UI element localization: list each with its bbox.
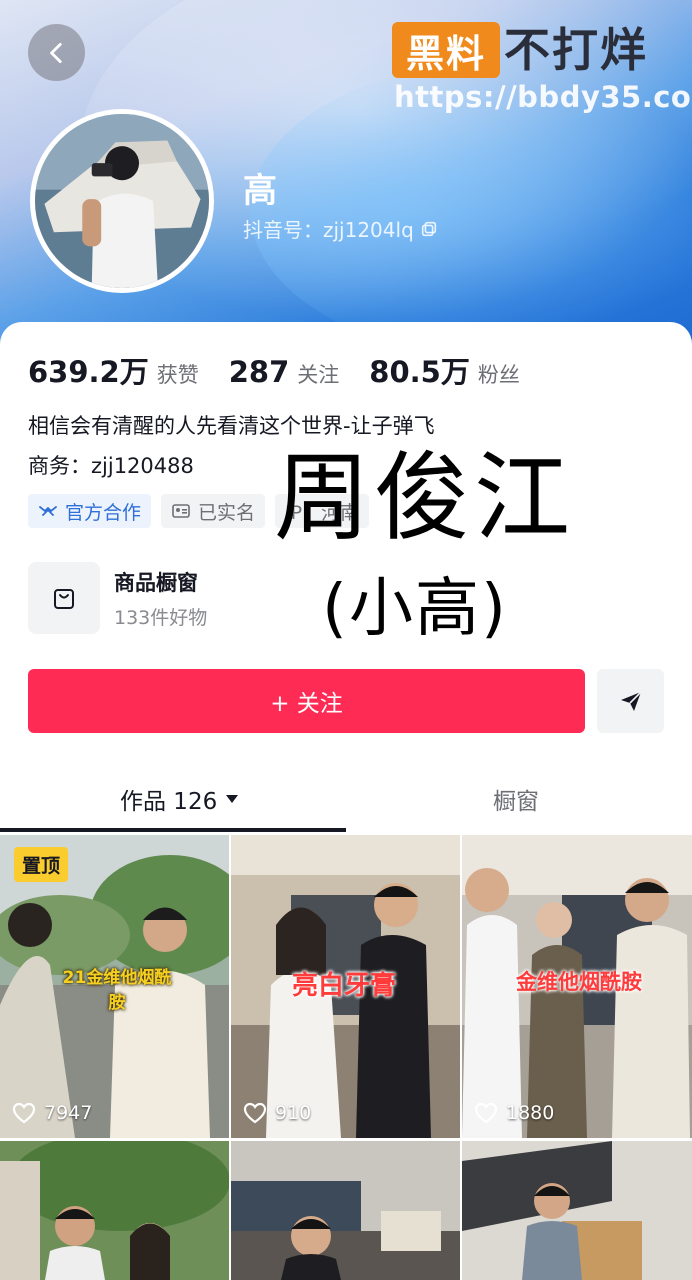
caret-down-icon [226,795,239,803]
tab-window[interactable]: 橱窗 [493,782,539,816]
video-card[interactable]: 亮白牙膏 910 [231,835,460,1138]
douyin-id[interactable]: 抖音号：zjj1204lq [243,214,438,243]
stats-row: 639.2万 获赞 287 关注 80.5万 粉丝 [28,349,520,391]
video-thumbnail [231,1141,460,1280]
watermark-text: 不打烊 [504,23,648,77]
heart-icon [243,1102,267,1124]
overlay-sub-text: (小高) [322,572,508,646]
avatar-photo [35,114,209,288]
video-thumbnail [0,1141,229,1280]
stat-label: 关注 [297,363,340,387]
video-card[interactable] [0,1141,229,1280]
video-grid: 置顶 21金维他烟酰胺 7947 亮白牙膏 910 金维他烟酰胺 1880 [0,835,692,1280]
tag-verified: 已实名 [161,494,266,528]
video-caption: 21金维他烟酰胺 [62,968,172,1013]
heart-icon [474,1102,498,1124]
content-tabs: 作品 126 橱窗 [0,762,692,832]
shop-title: 商品橱窗 [114,570,198,595]
heart-icon [12,1102,36,1124]
watermark: 黑料 不打烊 https://bbdy35.com [392,22,692,114]
shop-icon-box [28,562,100,634]
tag-label: 已实名 [198,501,256,524]
stat-value: 287 [228,355,290,389]
watermark-url: https://bbdy35.com [394,80,692,114]
likes-count: 1880 [474,1102,554,1124]
overlay-name-text: 周俊江 [274,442,574,554]
tag-label: 官方合作 [65,501,142,524]
active-tab-indicator [0,828,346,832]
copy-icon[interactable] [420,220,438,238]
pinned-badge: 置顶 [14,847,69,882]
stat-value: 80.5万 [369,355,470,389]
send-icon [620,691,642,711]
profile-header: 黑料 不打烊 https://bbdy35.com 高 抖音号：zjj1204l… [0,0,692,345]
profile-name: 高 [243,171,277,211]
chevron-left-icon [49,42,62,63]
tab-works[interactable]: 作品 126 [120,782,239,816]
likes-text: 910 [275,1102,312,1124]
tab-label: 作品 126 [120,789,218,815]
handshake-icon [39,506,57,516]
video-caption: 金维他烟酰胺 [516,970,642,994]
bio-text: 相信会有清醒的人先看清这个世界-让子弹飞 [28,414,435,438]
video-card[interactable] [462,1141,692,1280]
stat-label: 粉丝 [477,363,520,387]
business-contact: 商务：zjj120488 [28,454,194,478]
stat-followers[interactable]: 80.5万 粉丝 [369,349,520,391]
follow-button[interactable]: + 关注 [28,669,585,733]
stat-following[interactable]: 287 关注 [229,355,340,389]
share-button[interactable] [597,669,664,733]
likes-count: 910 [243,1102,311,1124]
douyin-id-text: 抖音号：zjj1204lq [243,218,414,242]
shop-subtitle: 133件好物 [114,606,208,629]
video-thumbnail [462,1141,692,1280]
likes-text: 1880 [506,1102,555,1124]
shop-window-entry[interactable]: 商品橱窗 133件好物 [28,562,207,634]
watermark-box: 黑料 [392,22,500,78]
video-card[interactable]: 置顶 21金维他烟酰胺 7947 [0,835,229,1138]
shopping-bag-icon [54,589,74,609]
id-card-icon [172,504,190,518]
stat-likes[interactable]: 639.2万 获赞 [28,349,199,391]
stat-label: 获赞 [156,363,199,387]
likes-count: 7947 [12,1102,92,1124]
avatar[interactable] [30,109,214,293]
back-button[interactable] [28,24,85,81]
tag-official[interactable]: 官方合作 [28,494,152,528]
video-card[interactable]: 金维他烟酰胺 1880 [462,835,692,1138]
likes-text: 7947 [44,1102,93,1124]
video-card[interactable] [231,1141,460,1280]
video-caption: 亮白牙膏 [291,971,396,1001]
stat-value: 639.2万 [28,355,149,389]
